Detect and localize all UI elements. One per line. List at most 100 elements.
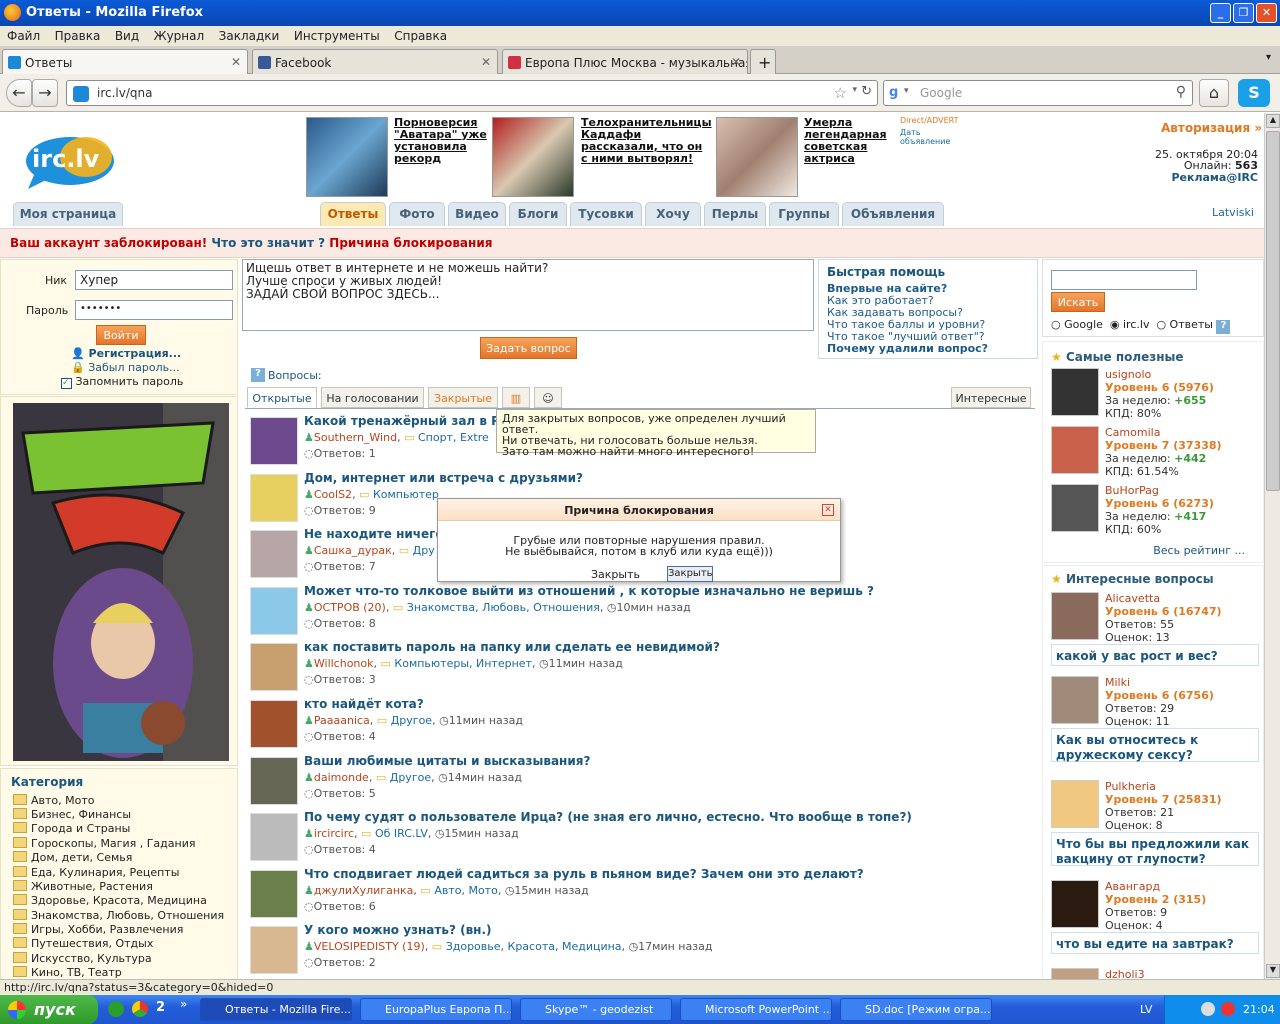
question-title[interactable]: По чему судят о пользователе Ирца? (не з… — [304, 810, 912, 824]
nick-input[interactable]: Хупер — [75, 270, 233, 290]
site-tab-want[interactable]: Хочу — [645, 202, 701, 226]
interesting-user[interactable]: dzholi3Уровень 5 (3048) — [1051, 968, 1261, 979]
question-category[interactable]: Другое — [391, 714, 432, 727]
minimize-button[interactable]: _ — [1210, 3, 1231, 23]
question-avatar[interactable] — [250, 926, 298, 975]
question-title[interactable]: как поставить пароль на папку или сделат… — [304, 640, 720, 654]
question-category[interactable]: Здоровье, Красота, Медицина — [446, 940, 622, 953]
question-title[interactable]: Не находите ничего — [304, 527, 444, 541]
site-search-button[interactable]: Искать — [1051, 292, 1105, 312]
avatar[interactable] — [1051, 880, 1099, 928]
dialog-close-button[interactable]: Закрыть — [667, 566, 713, 582]
close-tab-icon[interactable]: ✕ — [481, 55, 491, 69]
site-tab-video[interactable]: Видео — [448, 202, 506, 226]
question-author[interactable]: ОСТРОВ (20) — [314, 601, 386, 614]
user-name[interactable]: Alicavetta — [1105, 592, 1160, 605]
question-avatar[interactable] — [250, 586, 298, 635]
question-author[interactable]: Willchonok — [314, 657, 374, 670]
page-scrollbar[interactable]: ▲ ▼ — [1264, 113, 1280, 979]
chrome-icon[interactable] — [132, 1001, 148, 1017]
ask-question-button[interactable]: Задать вопрос — [480, 337, 577, 359]
site-tab-pearls[interactable]: Перлы — [704, 202, 766, 226]
menu-tools[interactable]: Инструменты — [294, 29, 380, 43]
question-category[interactable]: Компьютеры, Интернет — [394, 657, 532, 670]
interesting-user[interactable]: Milki Уровень 6 (6756) Ответов: 29 Оценок: … — [1051, 676, 1261, 734]
maximize-button[interactable]: ❐ — [1233, 3, 1254, 23]
news-link-2[interactable]: Телохранительницы Каддафи рассказали, чт… — [581, 117, 712, 165]
search-engine-dropdown-icon[interactable]: ▾ — [904, 86, 909, 96]
avatar[interactable] — [1051, 968, 1099, 979]
question-row[interactable]: как поставить пароль на папку или сделат… — [250, 640, 1030, 696]
category-item[interactable]: Знакомства, Любовь, Отношения — [13, 909, 224, 922]
category-item[interactable]: Дом, дети, Семья — [13, 851, 132, 864]
forward-button[interactable]: → — [32, 79, 58, 107]
web-search-box[interactable]: g ▾ Google ⚲ — [883, 80, 1193, 106]
taskbar-item[interactable]: Microsoft PowerPoint ... — [680, 998, 832, 1021]
start-button[interactable]: пуск — [0, 995, 98, 1024]
question-category[interactable]: Компьютер — [373, 488, 439, 501]
category-item[interactable]: Бизнес, Финансы — [13, 808, 131, 821]
back-button[interactable]: ← — [6, 79, 32, 107]
category-item[interactable]: Животные, Растения — [13, 880, 153, 893]
full-rating-link[interactable]: Весь рейтинг ... — [1153, 544, 1245, 557]
question-title[interactable]: У кого можно узнать? (вн.) — [304, 923, 492, 937]
interesting-user[interactable]: Авангард Уровень 2 (315) Ответов: 9 Оценок:… — [1051, 880, 1261, 938]
top-user[interactable]: BuHorPag Уровень 6 (6273) За неделю: +417 К… — [1051, 484, 1261, 542]
question-avatar[interactable] — [250, 700, 298, 748]
category-item[interactable]: Путешествия, Отдых — [13, 937, 153, 950]
menu-help[interactable]: Справка — [394, 29, 447, 43]
interesting-user[interactable]: Alicavetta Уровень 6 (16747) Ответов: 55 Оц… — [1051, 592, 1261, 650]
question-avatar[interactable] — [250, 869, 298, 918]
category-item[interactable]: Авто, Мото — [13, 794, 95, 807]
top-user[interactable]: usignolo Уровень 6 (5976) За неделю: +655 К… — [1051, 368, 1261, 426]
question-author[interactable]: daimonde — [314, 771, 369, 784]
site-tab-ads[interactable]: Объявления — [842, 202, 944, 226]
language-indicator[interactable]: LV — [1140, 1003, 1152, 1016]
question-category[interactable]: Авто, Мото — [434, 884, 498, 897]
browser-tab-answers[interactable]: Ответы ✕ — [2, 49, 248, 74]
password-input[interactable]: ••••••• — [75, 300, 233, 320]
qtab-closed[interactable]: Закрытые — [428, 387, 498, 408]
bookmark-star-icon[interactable]: ☆ — [834, 84, 847, 102]
help-link[interactable]: Почему удалили вопрос? — [827, 343, 1029, 355]
menu-file[interactable]: Файл — [7, 29, 40, 43]
question-row[interactable]: Может что-то толковое выйти из отношений… — [250, 584, 1030, 640]
close-tab-icon[interactable]: ✕ — [231, 55, 241, 69]
interesting-user[interactable]: Pulkheria Уровень 7 (25831) Ответов: 21 Оце… — [1051, 780, 1261, 838]
stats-icon[interactable]: ▥ — [502, 387, 530, 408]
news-link-3[interactable]: Умерла легендарная советская актриса — [804, 117, 887, 165]
avatar[interactable] — [1051, 780, 1099, 828]
url-dropdown-icon[interactable]: ▾ — [852, 85, 857, 95]
news-link-1[interactable]: Порноверсия "Аватара" уже установила рек… — [394, 117, 490, 165]
question-avatar[interactable] — [250, 473, 298, 522]
game-ad-banner[interactable] — [13, 403, 229, 761]
clock[interactable]: 21:04 — [1243, 1003, 1275, 1016]
news-image-avatar[interactable] — [306, 117, 388, 197]
category-item[interactable]: Города и Страны — [13, 822, 130, 835]
user-name[interactable]: Camomila — [1105, 426, 1160, 439]
menu-bookmarks[interactable]: Закладки — [219, 29, 280, 43]
home-button[interactable]: ⌂ — [1199, 79, 1229, 107]
question-row[interactable]: По чему судят о пользователе Ирца? (не з… — [250, 810, 1030, 866]
dialog-close-icon[interactable]: ✕ — [822, 504, 834, 516]
question-category[interactable]: Спорт, Extre — [418, 431, 489, 444]
question-author[interactable]: джулиХулиганка — [314, 884, 414, 897]
avatar[interactable] — [1051, 484, 1099, 532]
menu-view[interactable]: Вид — [115, 29, 139, 43]
interesting-question-link[interactable]: Как вы относитесь к дружескому сексу? — [1051, 728, 1259, 762]
question-title[interactable]: Что сподвигает людей садиться за руль в … — [304, 867, 864, 881]
volume-icon[interactable] — [1201, 1002, 1215, 1016]
question-row[interactable]: У кого можно узнать? (вн.) ♟VELOSIPEDISTY… — [250, 923, 1030, 979]
category-item[interactable]: Здоровье, Красота, Медицина — [13, 894, 207, 907]
site-identity-icon[interactable] — [73, 86, 89, 102]
register-link[interactable]: 👤 Регистрация... — [71, 347, 181, 360]
interesting-question-link[interactable]: Что бы вы предложили как вакцину от глуп… — [1051, 832, 1259, 866]
question-category[interactable]: Об IRC.LV — [375, 827, 428, 840]
login-link[interactable]: Авторизация » — [1161, 121, 1262, 135]
browser-tab-europaplus[interactable]: Европа Плюс Москва - музыкальная ра... ✕ — [502, 49, 748, 74]
site-tab-groups[interactable]: Группы — [769, 202, 839, 226]
avatar[interactable] — [1051, 368, 1099, 416]
help-icon[interactable]: ? — [251, 368, 265, 382]
add-ad-link[interactable]: Дать объявление — [900, 128, 950, 146]
question-avatar[interactable] — [250, 643, 298, 692]
